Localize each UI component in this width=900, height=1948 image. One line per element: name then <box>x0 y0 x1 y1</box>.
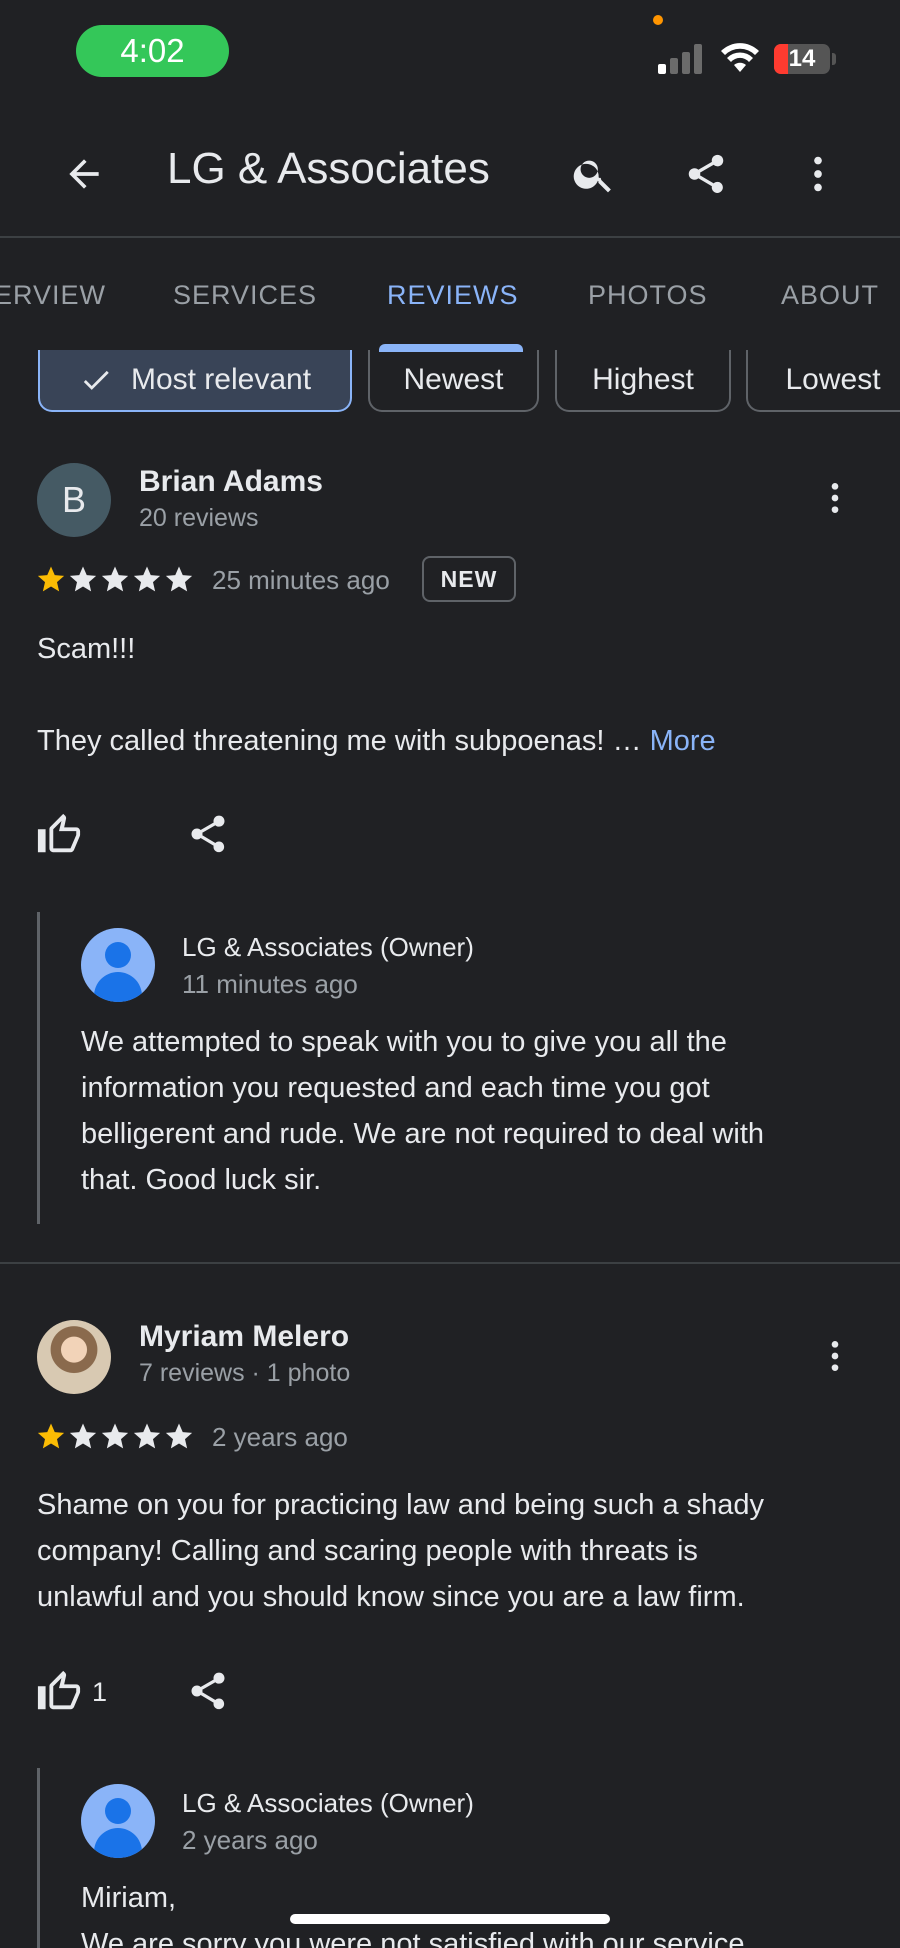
reviewer-name[interactable]: Brian Adams <box>139 465 323 499</box>
review-card: Myriam Melero 7 reviews · 1 photo 2 year… <box>0 1264 900 1948</box>
more-vert-icon <box>831 1341 839 1371</box>
check-icon <box>79 363 113 397</box>
owner-reply: LG & Associates (Owner) 11 minutes ago W… <box>37 912 867 1224</box>
status-bar: 4:02 14 <box>0 0 900 100</box>
review-text: Scam!!! They called threatening me with … <box>37 626 867 764</box>
chip-label: Lowest <box>785 363 881 396</box>
app-bar: LG & Associates <box>0 100 900 238</box>
star-empty-icon <box>69 566 97 592</box>
tab-bar: ERVIEW SERVICES REVIEWS PHOTOS ABOUT <box>0 240 900 352</box>
star-filled-icon <box>37 566 65 592</box>
battery-cap <box>832 53 836 65</box>
share-review-button[interactable] <box>186 812 230 856</box>
star-rating <box>36 1421 194 1451</box>
status-time: 4:02 <box>76 25 229 77</box>
reviewer-name[interactable]: Myriam Melero <box>139 1320 349 1354</box>
chip-newest[interactable]: Newest <box>368 350 539 412</box>
tab-photos[interactable]: PHOTOS <box>588 280 708 311</box>
chip-lowest[interactable]: Lowest <box>746 350 900 412</box>
battery-level: 14 <box>788 45 816 72</box>
star-empty-icon <box>101 566 129 592</box>
tab-about[interactable]: ABOUT <box>781 280 879 311</box>
tab-overview[interactable]: ERVIEW <box>0 280 106 311</box>
star-empty-icon <box>165 1423 193 1449</box>
more-vert-icon <box>831 483 839 513</box>
cellular-signal-icon <box>658 44 704 74</box>
star-empty-icon <box>101 1423 129 1449</box>
review-sort-chips: Most relevant Newest Highest Lowest <box>0 350 900 412</box>
owner-reply-date: 11 minutes ago <box>182 969 358 999</box>
thumb-up-icon <box>37 1670 81 1710</box>
reply-text-line: belligerent and rude. We are not require… <box>81 1118 765 1150</box>
more-options-button[interactable] <box>790 146 846 202</box>
review-date: 2 years ago <box>212 1422 348 1452</box>
reviewer-meta: 7 reviews · 1 photo <box>139 1359 351 1387</box>
back-button[interactable] <box>56 146 112 202</box>
avatar[interactable]: B <box>37 463 111 537</box>
wifi-icon <box>721 43 759 72</box>
chip-label: Newest <box>403 363 504 396</box>
share-icon <box>191 1672 225 1710</box>
review-text: Shame on you for practicing law and bein… <box>37 1482 877 1620</box>
like-button[interactable]: 1 <box>36 1669 107 1715</box>
review-card: B Brian Adams 20 reviews 25 minutes ago … <box>0 412 900 1262</box>
star-empty-icon <box>69 1423 97 1449</box>
thumb-up-icon <box>37 813 81 853</box>
reply-text-line: We attempted to speak with you to give y… <box>81 1026 727 1058</box>
tab-reviews[interactable]: REVIEWS <box>387 280 519 311</box>
reply-text-line: information you requested and each time … <box>81 1072 710 1104</box>
new-badge: NEW <box>422 556 516 602</box>
reply-text-line: We are sorry you were not satisfied with… <box>81 1928 745 1948</box>
reviewer-meta: 20 reviews <box>139 504 259 532</box>
owner-avatar <box>81 1784 155 1858</box>
review-text-preview: They called threatening me with subpoena… <box>37 725 642 757</box>
star-empty-icon <box>133 1423 161 1449</box>
home-indicator[interactable] <box>290 1914 610 1924</box>
owner-name: LG & Associates (Owner) <box>182 1788 474 1818</box>
share-icon <box>191 815 225 853</box>
chip-most-relevant[interactable]: Most relevant <box>38 350 352 412</box>
owner-avatar <box>81 928 155 1002</box>
review-text-line: Shame on you for practicing law and bein… <box>37 1489 765 1521</box>
owner-reply-text: Miriam, We are sorry you were not satisf… <box>81 1875 871 1948</box>
review-text-line: They called threatening me with subpoena… <box>37 718 867 764</box>
share-icon <box>688 154 724 193</box>
like-count: 1 <box>92 1676 108 1707</box>
more-link[interactable]: More <box>650 725 716 757</box>
search-button[interactable] <box>566 146 622 202</box>
chip-label: Most relevant <box>130 363 312 396</box>
review-date: 25 minutes ago <box>212 565 390 595</box>
reply-text-line: that. Good luck sir. <box>81 1164 322 1196</box>
star-filled-icon <box>37 1423 65 1449</box>
more-vert-icon <box>814 156 822 192</box>
star-rating <box>36 564 194 594</box>
review-text-line: Scam!!! <box>37 633 136 665</box>
owner-reply-date: 2 years ago <box>182 1825 318 1855</box>
privacy-indicator-dot <box>653 15 663 25</box>
star-empty-icon <box>165 566 193 592</box>
avatar[interactable] <box>37 1320 111 1394</box>
arrow-back-icon <box>69 159 99 189</box>
review-more-button[interactable] <box>815 468 855 528</box>
chip-highest[interactable]: Highest <box>555 350 731 412</box>
review-text-line: unlawful and you should know since you a… <box>37 1581 745 1613</box>
battery-icon: 14 <box>774 44 830 74</box>
review-more-button[interactable] <box>815 1326 855 1386</box>
search-icon <box>573 160 611 193</box>
star-empty-icon <box>133 566 161 592</box>
like-button[interactable] <box>36 812 82 858</box>
review-text-line: company! Calling and scaring people with… <box>37 1535 698 1567</box>
page-title: LG & Associates <box>167 144 490 193</box>
share-button[interactable] <box>678 146 734 202</box>
owner-reply-text: We attempted to speak with you to give y… <box>81 1019 871 1203</box>
owner-name: LG & Associates (Owner) <box>182 932 474 962</box>
screen: 4:02 14 LG & Associates ERVIEW SERVICES … <box>0 0 900 1948</box>
share-review-button[interactable] <box>186 1669 230 1713</box>
tab-services[interactable]: SERVICES <box>173 280 317 311</box>
chip-label: Highest <box>592 363 694 396</box>
